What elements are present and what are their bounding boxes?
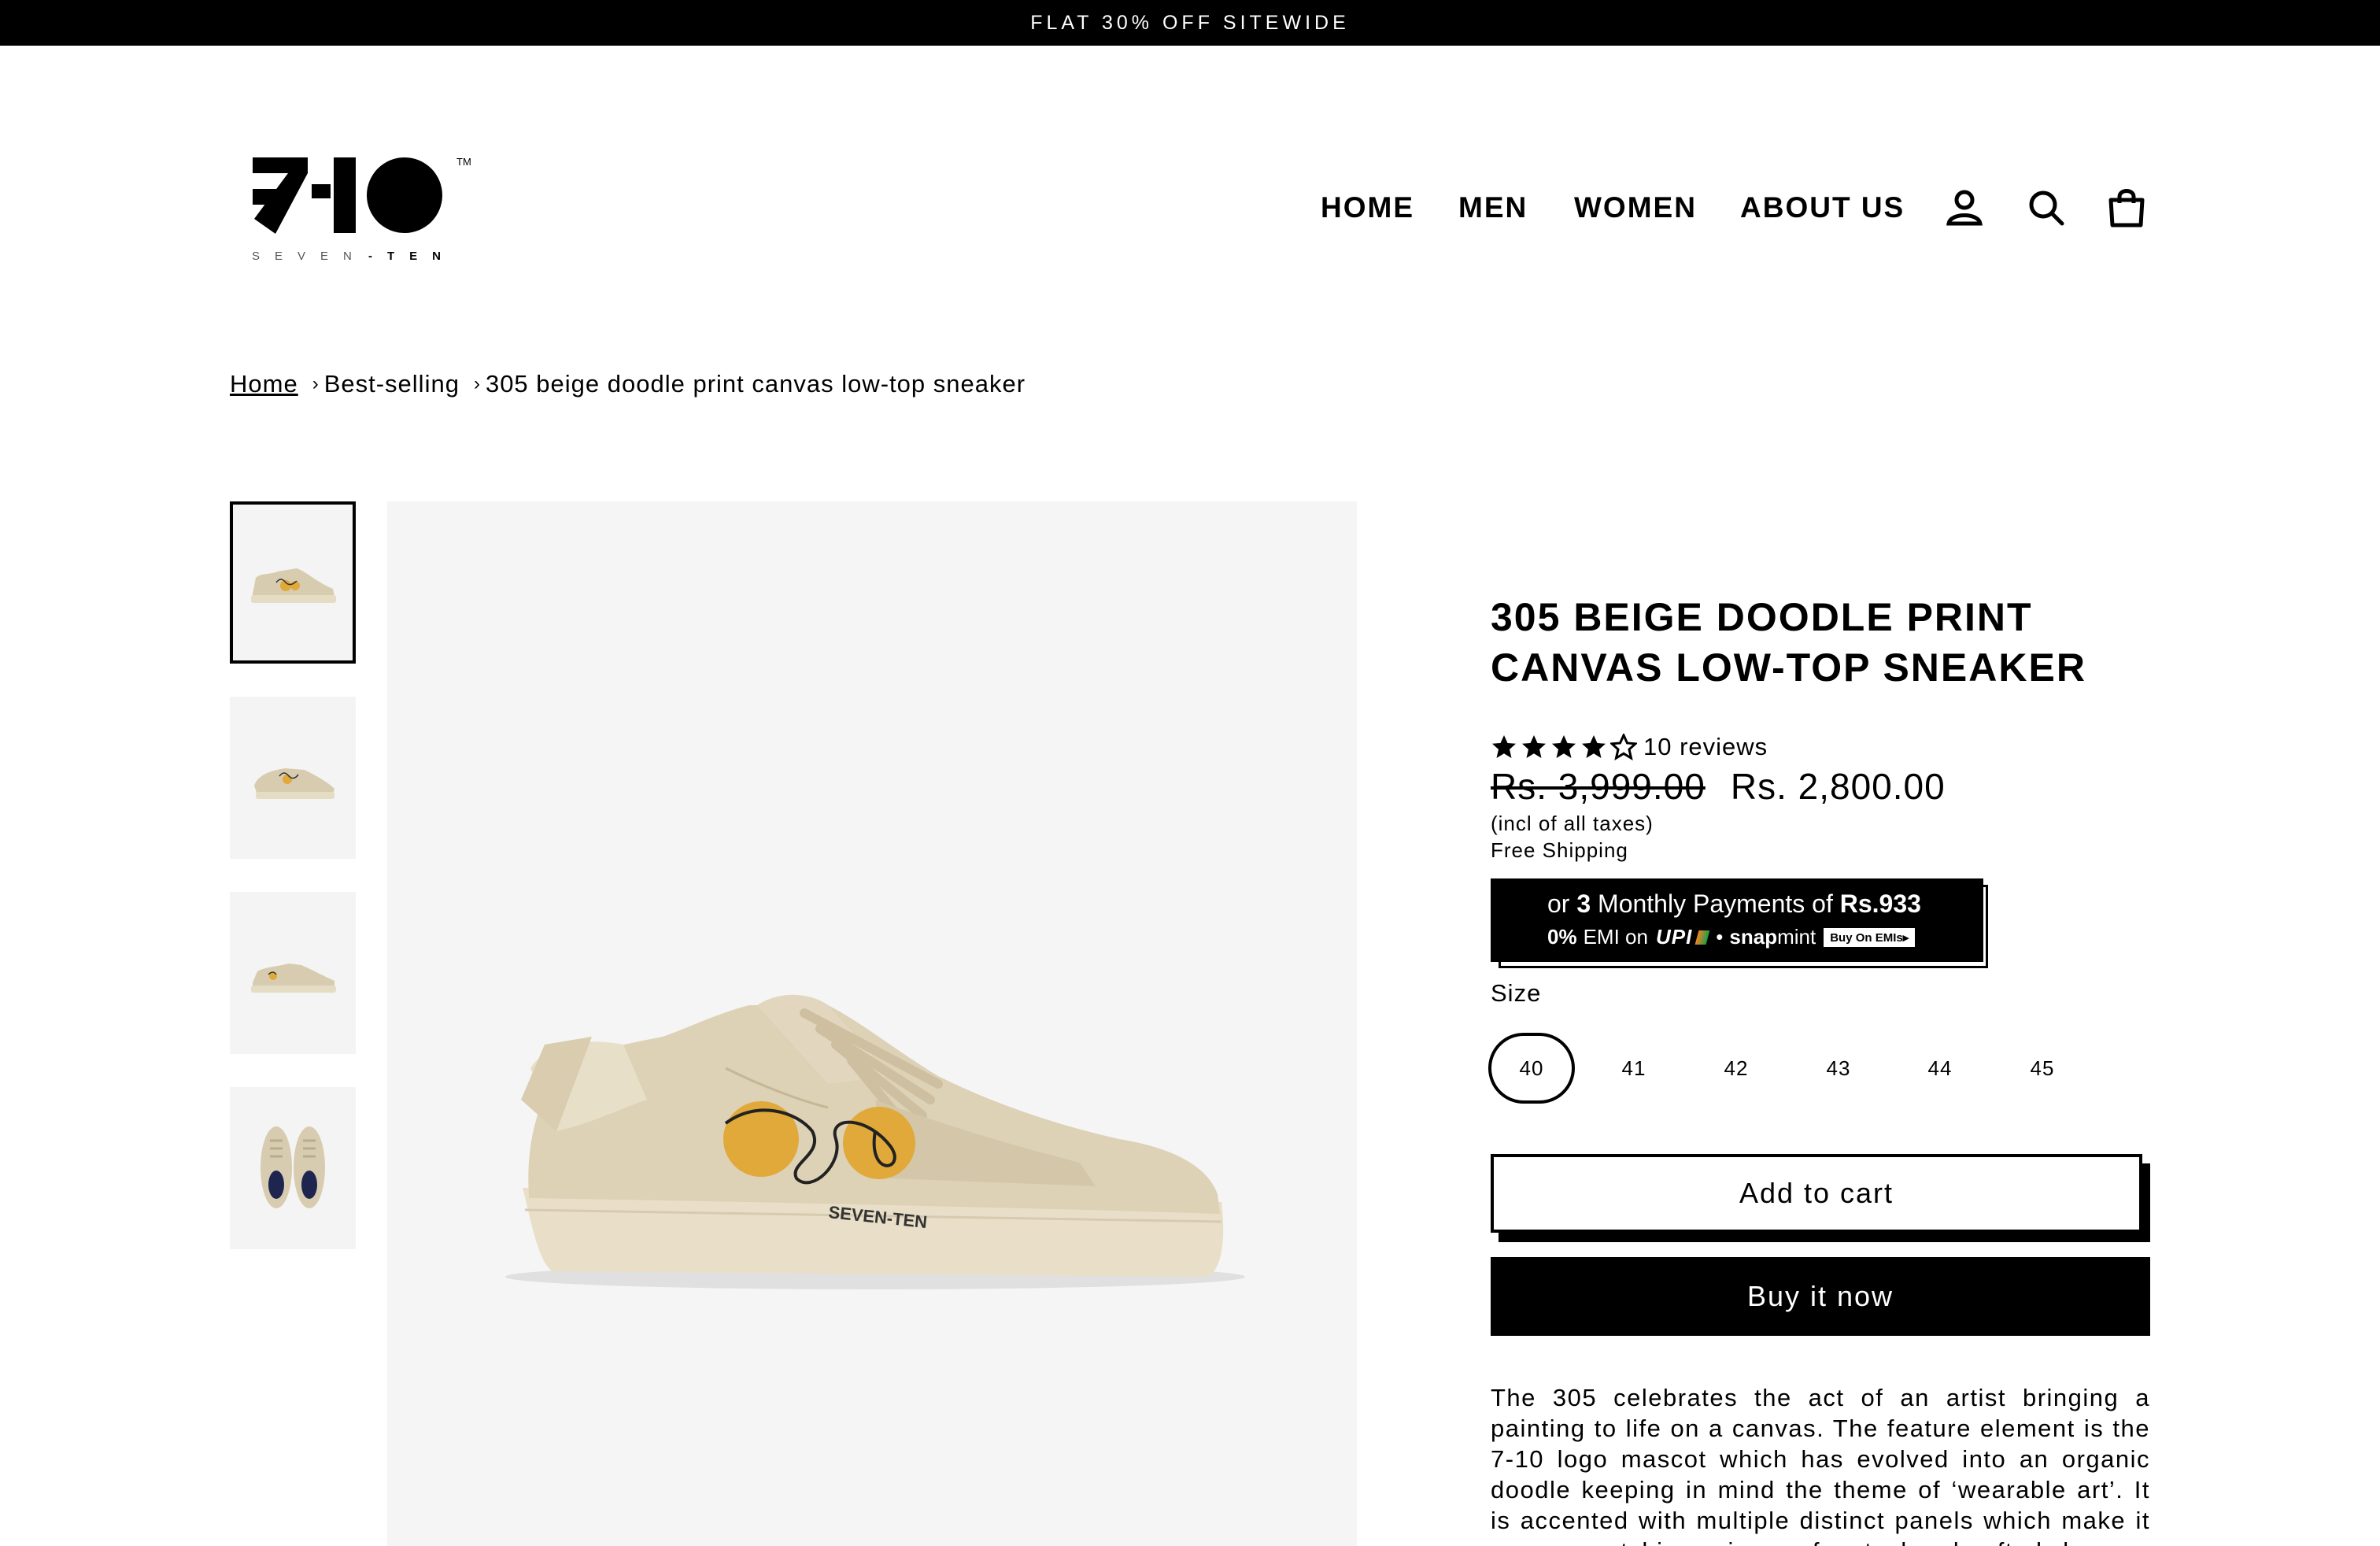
cart-icon[interactable] [2105, 186, 2149, 230]
logo-wordmark-left: SEVEN [252, 250, 367, 263]
thumbnail-3[interactable] [230, 892, 356, 1054]
breadcrumb-separator: › [312, 373, 320, 394]
nav-men[interactable]: MEN [1458, 186, 1528, 230]
buy-now-button[interactable]: Buy it now [1491, 1257, 2150, 1336]
account-icon[interactable] [1942, 186, 1986, 230]
bullet-icon: • [1716, 925, 1724, 949]
sneaker-main-image: SEVEN-TEN [505, 994, 1245, 1289]
size-option-42[interactable]: 42 [1693, 1033, 1779, 1104]
price-block: Rs. 3,999.00 Rs. 2,800.00 [1491, 765, 1946, 808]
sneaker-top-view-image [261, 1126, 325, 1208]
nav-home[interactable]: HOME [1321, 186, 1414, 230]
size-label: Size [1491, 979, 1542, 1007]
main-product-image[interactable]: SEVEN-TEN [387, 501, 1357, 1546]
emi-banner[interactable]: or 3 Monthly Payments of Rs.933 0% EMI o… [1491, 878, 1983, 962]
snapmint-logo-light: mint [1777, 925, 1816, 949]
size-option-45[interactable]: 45 [1999, 1033, 2086, 1104]
emi-amount: Rs.933 [1839, 890, 1921, 918]
nav-about-us[interactable]: ABOUT US [1740, 186, 1905, 230]
breadcrumb-separator: › [473, 373, 481, 394]
star-filled-icon [1550, 734, 1577, 760]
brand-logo[interactable]: TM SEVEN -TEN [250, 151, 479, 269]
star-filled-icon [1491, 734, 1517, 760]
logo-tm: TM [456, 156, 471, 168]
sneaker-angled-view-image [254, 768, 334, 799]
sneaker-rear-angled-view-image [251, 963, 336, 993]
size-option-40[interactable]: 40 [1488, 1033, 1575, 1104]
size-option-43[interactable]: 43 [1795, 1033, 1882, 1104]
upi-logo: UPI [1655, 925, 1693, 949]
announcement-text: FLAT 30% OFF SITEWIDE [1030, 11, 1350, 34]
sneaker-side-view-image [251, 568, 336, 603]
thumbnail-1[interactable] [230, 501, 356, 664]
emi-line-2: 0% EMI on UPI • snap mint Buy On EMIs▸ [1547, 925, 1983, 949]
size-option-44[interactable]: 44 [1897, 1033, 1983, 1104]
breadcrumb-home[interactable]: Home [230, 370, 298, 398]
emi-on-text: EMI on [1583, 925, 1648, 949]
product-title: 305 BEIGE DOODLE PRINT CANVAS LOW-TOP SN… [1491, 595, 2086, 690]
taxes-note: (incl of all taxes) [1491, 812, 1654, 835]
emi-count: 3 [1576, 890, 1591, 918]
star-rating [1491, 734, 1637, 760]
reviews-count[interactable]: 10 reviews [1643, 733, 1768, 761]
search-icon[interactable] [2024, 186, 2068, 230]
emi-middle-text: Monthly Payments of [1598, 890, 1833, 918]
add-to-cart-button[interactable]: Add to cart [1491, 1154, 2142, 1233]
announcement-bar: FLAT 30% OFF SITEWIDE [0, 0, 2380, 46]
buy-on-emis-button[interactable]: Buy On EMIs▸ [1824, 927, 1916, 947]
logo-wordmark-right: -TEN [368, 250, 456, 263]
product-description: The 305 celebrates the act of an artist … [1491, 1384, 2150, 1546]
sale-price: Rs. 2,800.00 [1730, 766, 1946, 807]
breadcrumb: Home › Best-selling › 305 beige doodle p… [230, 370, 1026, 398]
upi-mark-icon [1694, 930, 1710, 945]
shipping-note: Free Shipping [1491, 838, 1628, 862]
breadcrumb-best-selling[interactable]: Best-selling [324, 370, 460, 398]
star-filled-icon [1521, 734, 1547, 760]
star-filled-icon [1580, 734, 1607, 760]
breadcrumb-current: 305 beige doodle print canvas low-top sn… [485, 370, 1026, 398]
emi-zero-percent: 0% [1547, 925, 1577, 949]
nav-women[interactable]: WOMEN [1574, 186, 1697, 230]
snapmint-logo-bold: snap [1729, 925, 1778, 949]
logo-mark: TM SEVEN -TEN [252, 156, 471, 263]
size-option-41[interactable]: 41 [1591, 1033, 1677, 1104]
thumbnail-4[interactable] [230, 1087, 356, 1249]
emi-line-1: or 3 Monthly Payments of Rs.933 [1547, 890, 1983, 919]
original-price: Rs. 3,999.00 [1491, 766, 1706, 807]
thumbnail-2[interactable] [230, 697, 356, 859]
product-rating[interactable]: 10 reviews [1491, 732, 1768, 762]
emi-prefix: or [1547, 890, 1570, 918]
star-empty-icon [1610, 734, 1637, 760]
